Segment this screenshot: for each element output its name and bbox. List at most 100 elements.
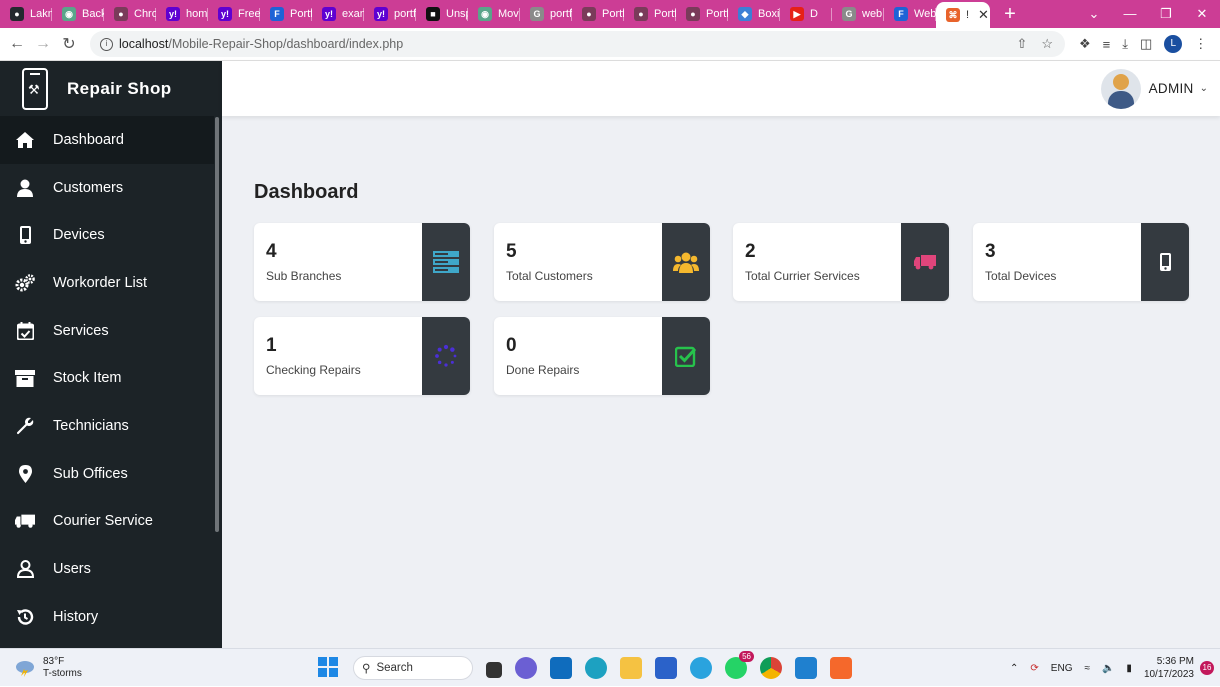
server-icon xyxy=(433,251,459,273)
url-input[interactable]: i localhost/Mobile-Repair-Shop/dashboard… xyxy=(90,31,1065,57)
browser-tab[interactable]: y! Free xyxy=(208,0,260,28)
user-name[interactable]: ADMIN xyxy=(1149,81,1194,96)
tab-title: Portf xyxy=(706,8,728,20)
clock[interactable]: 5:36 PM 10/17/2023 xyxy=(1144,655,1194,681)
browser-tab[interactable]: ▶ D xyxy=(780,0,832,28)
vscode-icon[interactable] xyxy=(795,657,817,679)
tab-close-icon[interactable]: ✕ xyxy=(978,7,989,23)
chrome-icon[interactable] xyxy=(760,657,782,679)
file-explorer-icon[interactable] xyxy=(620,657,642,679)
extensions-icon[interactable]: ❖ xyxy=(1079,36,1091,52)
browser-tab[interactable]: ● Portf xyxy=(624,0,676,28)
sidebar-item-stock-item[interactable]: Stock Item xyxy=(0,354,214,402)
tab-title: ! xyxy=(966,9,970,21)
bookmark-star-icon[interactable]: ☆ xyxy=(1041,36,1053,52)
browser-tab[interactable]: y! exan xyxy=(312,0,364,28)
sidebar-item-history[interactable]: History xyxy=(0,593,214,641)
sync-icon[interactable]: ⟳ xyxy=(1030,663,1038,674)
task-view-icon[interactable] xyxy=(486,661,502,678)
battery-icon[interactable]: ▮ xyxy=(1126,663,1132,674)
side-panel-icon[interactable]: ◫ xyxy=(1140,36,1152,52)
download-icon[interactable]: ⤓ xyxy=(1122,36,1128,52)
top-header: ADMIN ⌄ xyxy=(222,61,1220,116)
back-icon[interactable]: ← xyxy=(4,35,30,53)
mail-icon[interactable] xyxy=(550,657,572,679)
browser-tab[interactable]: Gweb xyxy=(832,0,884,28)
stat-card-total-currier-services[interactable]: 2 Total Currier Services xyxy=(733,223,949,301)
admin-avatar[interactable] xyxy=(1100,68,1141,109)
telegram-icon[interactable] xyxy=(690,657,712,679)
windows-start-icon[interactable] xyxy=(318,657,340,679)
sidebar-item-sub-offices[interactable]: Sub Offices xyxy=(0,450,214,498)
browser-tab[interactable]: ◉ Mov xyxy=(468,0,520,28)
sidebar-item-customers[interactable]: Customers xyxy=(0,164,214,212)
notification-badge[interactable]: 16 xyxy=(1200,661,1214,675)
stat-card-done-repairs[interactable]: 0 Done Repairs xyxy=(494,317,710,395)
calendar-check-icon xyxy=(15,321,35,341)
sidebar-scrollbar[interactable] xyxy=(215,117,219,532)
stat-card-checking-repairs[interactable]: 1 Checking Repairs xyxy=(254,317,470,395)
browser-tab[interactable]: ◉ Back xyxy=(52,0,104,28)
forward-icon[interactable]: → xyxy=(30,35,56,53)
tray-chevron-up-icon[interactable]: ⌃ xyxy=(1010,663,1018,674)
storm-cloud-icon xyxy=(16,660,34,677)
chat-icon[interactable] xyxy=(515,657,537,679)
stat-icon-panel xyxy=(1141,223,1189,301)
minimize-icon[interactable]: — xyxy=(1112,0,1148,28)
sidebar: Repair Shop Dashboard Customers Devices Wor… xyxy=(0,61,222,648)
sidebar-item-technicians[interactable]: Technicians xyxy=(0,402,214,450)
new-tab-icon[interactable]: + xyxy=(1000,0,1020,28)
truck-icon xyxy=(15,511,35,531)
browser-tab[interactable]: ● Chro xyxy=(104,0,156,28)
tab-title: Portf xyxy=(654,8,676,20)
chevron-down-icon[interactable]: ⌄ xyxy=(1200,83,1208,94)
browser-tab[interactable]: Gportf xyxy=(520,0,572,28)
profile-avatar[interactable]: L xyxy=(1164,35,1183,53)
reload-icon[interactable]: ↻ xyxy=(56,34,82,54)
browser-tab[interactable]: F Web xyxy=(884,0,936,28)
language-indicator[interactable]: ENG xyxy=(1051,663,1073,674)
weather-widget[interactable]: 83°F T-storms xyxy=(0,656,200,680)
browser-tab[interactable]: ● Lakn xyxy=(0,0,52,28)
wifi-icon[interactable]: ≈ xyxy=(1084,663,1090,674)
sidebar-item-services[interactable]: Services xyxy=(0,307,214,355)
restore-icon[interactable]: ❐ xyxy=(1148,0,1184,28)
stat-card-sub-branches[interactable]: 4 Sub Branches xyxy=(254,223,470,301)
sidebar-item-label: Courier Service xyxy=(53,513,153,530)
browser-tab[interactable]: ● Portf xyxy=(572,0,624,28)
browser-menu-icon[interactable]: ⋮ xyxy=(1194,36,1207,52)
sidebar-item-dashboard[interactable]: Dashboard xyxy=(0,116,214,164)
stat-value: 2 xyxy=(745,241,756,262)
sidebar-item-label: Users xyxy=(53,561,91,578)
volume-icon[interactable]: 🔈 xyxy=(1102,663,1114,674)
browser-tab-active[interactable]: ⌘! ✕ xyxy=(936,2,990,28)
browser-tab[interactable]: ◆ Boxic xyxy=(728,0,780,28)
share-icon[interactable]: ⇧ xyxy=(1016,36,1027,52)
phone-repair-logo-icon xyxy=(22,67,48,110)
site-info-icon[interactable]: i xyxy=(100,37,113,51)
tab-search-icon[interactable]: ⌄ xyxy=(1076,0,1112,28)
browser-tab[interactable]: ■ Unsp xyxy=(416,0,468,28)
browser-tab[interactable]: y! hom xyxy=(156,0,208,28)
sidebar-item-workorder-list[interactable]: Workorder List xyxy=(0,259,214,307)
close-window-icon[interactable]: ✕ xyxy=(1184,0,1220,28)
stat-card-total-customers[interactable]: 5 Total Customers xyxy=(494,223,710,301)
tab-title: Portf xyxy=(290,8,312,20)
media-icon[interactable]: ≡ xyxy=(1103,37,1111,52)
edge-icon[interactable] xyxy=(585,657,607,679)
taskbar-search[interactable]: ⚲ Search xyxy=(353,656,473,680)
whatsapp-icon[interactable]: 56 xyxy=(725,651,754,679)
sidebar-item-devices[interactable]: Devices xyxy=(0,211,214,259)
browser-tab[interactable]: F Portf xyxy=(260,0,312,28)
store-icon[interactable] xyxy=(655,657,677,679)
sidebar-item-courier-service[interactable]: Courier Service xyxy=(0,498,214,546)
xampp-icon[interactable] xyxy=(830,657,852,679)
brand[interactable]: Repair Shop xyxy=(0,61,222,116)
stat-card-total-devices[interactable]: 3 Total Devices xyxy=(973,223,1189,301)
sidebar-item-users[interactable]: Users xyxy=(0,545,214,593)
browser-tab[interactable]: y! portf xyxy=(364,0,416,28)
stat-value: 4 xyxy=(266,241,277,262)
tab-title: Free xyxy=(238,8,260,20)
user-outline-icon xyxy=(15,559,35,579)
browser-tab[interactable]: ● Portf xyxy=(676,0,728,28)
